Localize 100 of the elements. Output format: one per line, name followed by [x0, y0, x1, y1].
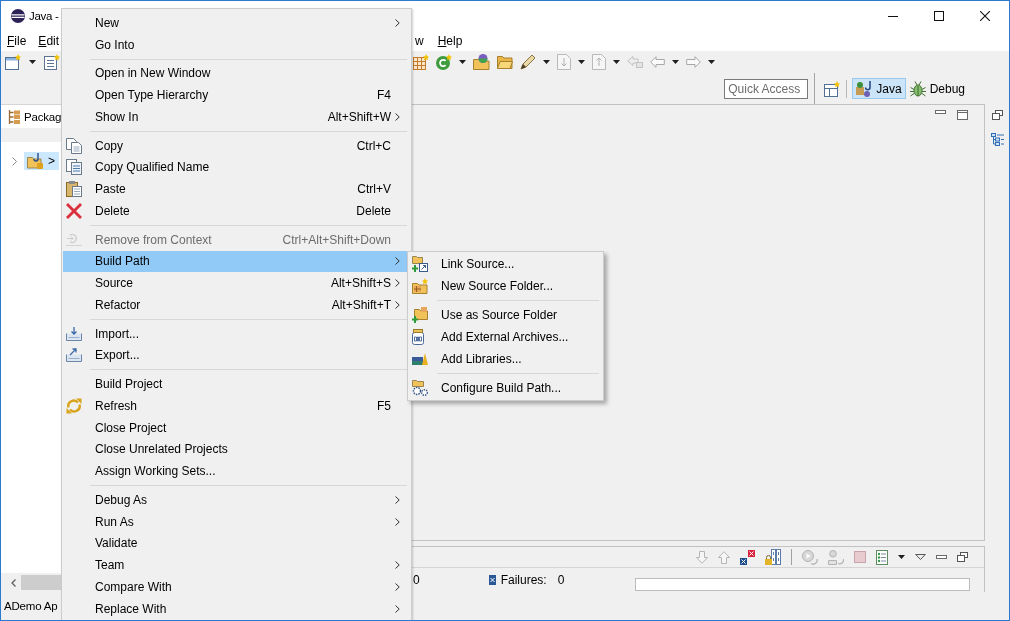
menu-item[interactable]: Paste Ctrl+V: [63, 178, 410, 200]
minimize-icon[interactable]: [888, 15, 898, 17]
menu-item[interactable]: Team: [63, 554, 410, 576]
maximize-icon[interactable]: [934, 11, 944, 21]
menu-item[interactable]: Build Path: [63, 250, 410, 273]
lock-columns-icon[interactable]: [765, 549, 781, 565]
pen-icon[interactable]: [520, 54, 536, 70]
restore-icon[interactable]: [957, 552, 968, 562]
shortcut-text: Ctrl+V: [357, 182, 391, 197]
scrollbar-thumb[interactable]: [21, 575, 61, 590]
linked-folder-icon: [412, 256, 428, 272]
menu-item[interactable]: Build Project: [63, 373, 410, 395]
status-text: ADemo Ap: [4, 600, 58, 612]
dropdown-icon[interactable]: [708, 60, 715, 64]
circle-c-icon[interactable]: [436, 54, 452, 70]
dropdown-icon[interactable]: [672, 60, 679, 64]
menu-item[interactable]: Add Libraries...: [409, 348, 602, 370]
counter-label: Failures:: [500, 573, 547, 587]
folder-gear-icon: [412, 380, 428, 396]
menu-item[interactable]: Add External Archives...: [409, 326, 602, 348]
menu-item[interactable]: Validate: [63, 532, 410, 555]
menu-item[interactable]: Configure Build Path...: [409, 377, 602, 399]
folder-icon[interactable]: [497, 55, 513, 69]
menu-item[interactable]: Open Type Hierarchy F4: [63, 84, 410, 106]
quick-access-field[interactable]: Quick Access: [724, 78, 809, 99]
menu-item[interactable]: Compare With: [63, 576, 410, 598]
menu-item[interactable]: Close Unrelated Projects: [63, 438, 410, 461]
menu-item[interactable]: New Source Folder...: [409, 275, 602, 297]
app-icon: [11, 9, 25, 23]
new-window-icon[interactable]: [5, 54, 21, 70]
tray-out-icon: [66, 348, 82, 363]
books-icon: [412, 353, 428, 365]
dropdown-icon[interactable]: [29, 60, 36, 64]
shortcut-text: Ctrl+C: [356, 138, 391, 153]
menu-item[interactable]: Delete Delete: [63, 200, 410, 222]
failure-icon: [488, 575, 496, 585]
menu-item[interactable]: Refresh F5: [63, 395, 410, 417]
refresh-icon: [66, 397, 82, 414]
copy-icon: [66, 137, 82, 154]
menu-item[interactable]: Import...: [63, 322, 410, 345]
menu-item[interactable]: Replace With: [63, 597, 410, 620]
menu-item[interactable]: Copy Qualified Name: [63, 156, 410, 179]
menu-item[interactable]: Refactor Alt+Shift+T: [63, 294, 410, 316]
restore-icon[interactable]: [991, 110, 1003, 120]
folder-star-icon: [412, 278, 428, 294]
counter-value: 0: [413, 573, 420, 587]
perspective-button[interactable]: Debug: [905, 78, 969, 99]
x-squares-icon[interactable]: [740, 549, 755, 565]
menu-item[interactable]: Go Into: [63, 33, 410, 56]
jar-icon: [412, 329, 424, 345]
package-j-icon: [856, 80, 873, 97]
shortcut-text: Alt+Shift+T: [331, 297, 391, 312]
view-menu-icon[interactable]: [915, 554, 926, 560]
shortcut-text: F4: [377, 88, 391, 103]
folder-plus-icon: [412, 307, 428, 323]
menu-bar-item[interactable]: w: [412, 32, 431, 50]
checklist-icon[interactable]: [876, 549, 888, 565]
list-window-icon[interactable]: [44, 54, 60, 70]
menu-bar-item[interactable]: Edit: [32, 32, 66, 50]
dropdown-icon[interactable]: [578, 60, 585, 64]
dropdown-icon[interactable]: [898, 555, 905, 559]
perspective-button[interactable]: Java: [852, 78, 906, 99]
menu-item[interactable]: Open in New Window: [63, 62, 410, 85]
menu-item[interactable]: Export...: [63, 344, 410, 367]
package-tree-icon: [8, 109, 20, 124]
menu-item[interactable]: Link Source...: [409, 253, 602, 275]
menu-item[interactable]: Source Alt+Shift+S: [63, 272, 410, 294]
menu-bar-item[interactable]: File: [1, 32, 33, 50]
dropdown-icon[interactable]: [459, 60, 466, 64]
grid-star-icon[interactable]: [413, 54, 429, 70]
menu-item[interactable]: Close Project: [63, 416, 410, 439]
cross-icon: [66, 202, 82, 219]
shortcut-text: Ctrl+Alt+Shift+Down: [282, 232, 391, 247]
dropdown-icon[interactable]: [543, 60, 550, 64]
chevron-right-icon[interactable]: [12, 156, 17, 166]
close-icon[interactable]: [980, 11, 990, 21]
tree-item[interactable]: >: [24, 152, 59, 170]
menu-item[interactable]: Show In Alt+Shift+W: [63, 106, 410, 128]
documents-icon: [66, 159, 82, 176]
clipboard-icon: [66, 181, 82, 198]
bug-icon: [909, 80, 926, 97]
tray-in-icon: [66, 326, 82, 341]
view-tab[interactable]: Packag: [1, 105, 61, 128]
shortcut-text: Alt+Shift+S: [330, 276, 391, 291]
counter-value: 0: [557, 573, 565, 587]
shortcut-text: Delete: [356, 203, 391, 218]
scroll-left-icon[interactable]: [11, 578, 16, 587]
tree-list-icon[interactable]: [990, 133, 1004, 146]
menu-item[interactable]: Debug As: [63, 489, 410, 511]
menu-item[interactable]: Run As: [63, 510, 410, 533]
shortcut-text: Alt+Shift+W: [327, 109, 391, 124]
menu-item[interactable]: New: [63, 12, 410, 34]
window-title: Java -: [29, 10, 59, 22]
dropdown-icon[interactable]: [613, 60, 620, 64]
menu-item[interactable]: Use as Source Folder: [409, 304, 602, 326]
project-folder-icon: [27, 153, 43, 169]
menu-bar-item[interactable]: Help: [430, 32, 470, 50]
folder-globe-icon[interactable]: [473, 54, 490, 70]
menu-item[interactable]: Assign Working Sets...: [63, 460, 410, 482]
menu-item[interactable]: Copy Ctrl+C: [63, 134, 410, 157]
